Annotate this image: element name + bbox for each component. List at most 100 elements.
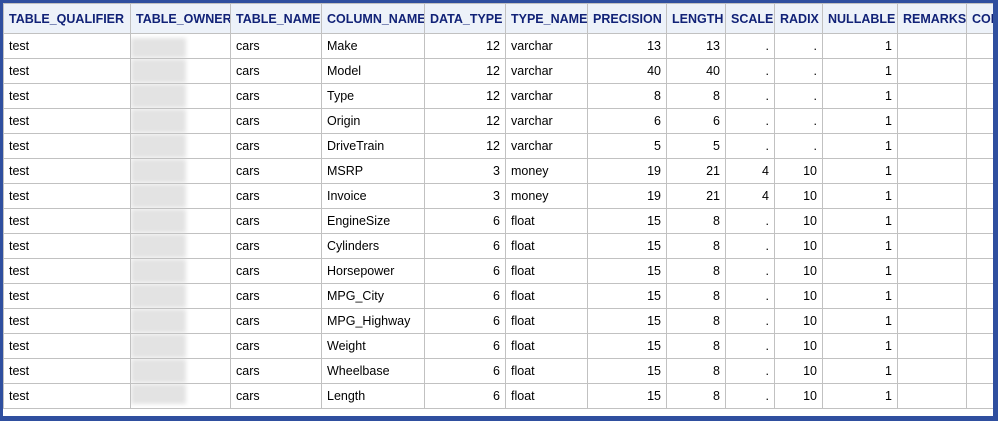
cell-column-name[interactable]: Weight (321, 333, 425, 359)
cell-table-owner[interactable] (130, 233, 231, 259)
table-row[interactable]: test cars Horsepower 6 float 15 8. 10 1 (3, 258, 993, 284)
column-header-length[interactable]: LENGTH (666, 3, 726, 34)
cell-nullable[interactable]: 1 (822, 283, 898, 309)
cell-remarks[interactable] (897, 158, 967, 184)
cell-colu[interactable] (966, 308, 993, 334)
table-row[interactable]: test cars Invoice 3 money 19 21 4 10 1 (3, 183, 993, 209)
column-header-column-name[interactable]: COLUMN_NAME (321, 3, 425, 34)
cell-data-type[interactable]: 6 (424, 308, 506, 334)
cell-length[interactable]: 13 (666, 33, 726, 59)
cell-colu[interactable] (966, 83, 993, 109)
cell-column-name[interactable]: Type (321, 83, 425, 109)
cell-length[interactable]: 8 (666, 333, 726, 359)
column-header-scale[interactable]: SCALE (725, 3, 775, 34)
cell-data-type[interactable]: 6 (424, 233, 506, 259)
cell-table-qualifier[interactable]: test (3, 333, 131, 359)
cell-column-name[interactable]: Length (321, 383, 425, 409)
cell-table-qualifier[interactable]: test (3, 358, 131, 384)
cell-remarks[interactable] (897, 358, 967, 384)
cell-radix[interactable]: 10 (774, 208, 823, 234)
cell-data-type[interactable]: 6 (424, 333, 506, 359)
cell-table-qualifier[interactable]: test (3, 208, 131, 234)
cell-precision[interactable]: 15 (587, 233, 667, 259)
cell-table-owner[interactable] (130, 333, 231, 359)
cell-table-owner[interactable] (130, 358, 231, 384)
cell-table-name[interactable]: cars (230, 58, 322, 84)
column-header-precision[interactable]: PRECISION (587, 3, 667, 34)
column-header-data-type[interactable]: DATA_TYPE (424, 3, 506, 34)
column-header-type-name[interactable]: TYPE_NAME (505, 3, 588, 34)
cell-radix[interactable]: . (774, 83, 823, 109)
cell-remarks[interactable] (897, 83, 967, 109)
cell-colu[interactable] (966, 208, 993, 234)
cell-colu[interactable] (966, 358, 993, 384)
cell-colu[interactable] (966, 58, 993, 84)
cell-type-name[interactable]: float (505, 358, 588, 384)
cell-length[interactable]: 8 (666, 208, 726, 234)
cell-precision[interactable]: 40 (587, 58, 667, 84)
cell-table-owner[interactable] (130, 208, 231, 234)
cell-table-name[interactable]: cars (230, 133, 322, 159)
cell-precision[interactable]: 15 (587, 208, 667, 234)
cell-table-qualifier[interactable]: test (3, 58, 131, 84)
cell-column-name[interactable]: MPG_City (321, 283, 425, 309)
cell-scale[interactable]: . (725, 58, 775, 84)
table-row[interactable]: test cars Origin 12 varchar 6 6.. 1 (3, 108, 993, 134)
cell-type-name[interactable]: float (505, 283, 588, 309)
cell-precision[interactable]: 15 (587, 258, 667, 284)
cell-scale[interactable]: 4 (725, 183, 775, 209)
cell-type-name[interactable]: money (505, 158, 588, 184)
cell-table-qualifier[interactable]: test (3, 308, 131, 334)
cell-type-name[interactable]: float (505, 258, 588, 284)
cell-scale[interactable]: . (725, 308, 775, 334)
table-row[interactable]: test cars DriveTrain 12 varchar 5 5.. 1 (3, 133, 993, 159)
cell-length[interactable]: 8 (666, 83, 726, 109)
cell-nullable[interactable]: 1 (822, 308, 898, 334)
cell-data-type[interactable]: 3 (424, 183, 506, 209)
cell-nullable[interactable]: 1 (822, 208, 898, 234)
cell-colu[interactable] (966, 108, 993, 134)
cell-length[interactable]: 8 (666, 258, 726, 284)
cell-remarks[interactable] (897, 333, 967, 359)
cell-table-qualifier[interactable]: test (3, 108, 131, 134)
cell-precision[interactable]: 6 (587, 108, 667, 134)
cell-radix[interactable]: 10 (774, 183, 823, 209)
cell-remarks[interactable] (897, 133, 967, 159)
cell-colu[interactable] (966, 383, 993, 409)
cell-column-name[interactable]: DriveTrain (321, 133, 425, 159)
cell-column-name[interactable]: Model (321, 58, 425, 84)
cell-length[interactable]: 21 (666, 183, 726, 209)
table-row[interactable]: test cars Length 6 float 15 8. 10 1 (3, 383, 993, 409)
cell-scale[interactable]: . (725, 133, 775, 159)
cell-radix[interactable]: . (774, 58, 823, 84)
cell-data-type[interactable]: 12 (424, 83, 506, 109)
cell-precision[interactable]: 15 (587, 358, 667, 384)
cell-precision[interactable]: 15 (587, 283, 667, 309)
cell-table-qualifier[interactable]: test (3, 233, 131, 259)
cell-type-name[interactable]: float (505, 208, 588, 234)
cell-data-type[interactable]: 6 (424, 283, 506, 309)
cell-scale[interactable]: . (725, 33, 775, 59)
cell-radix[interactable]: 10 (774, 258, 823, 284)
cell-radix[interactable]: 10 (774, 333, 823, 359)
cell-table-owner[interactable] (130, 258, 231, 284)
cell-table-owner[interactable] (130, 183, 231, 209)
cell-table-owner[interactable] (130, 108, 231, 134)
cell-data-type[interactable]: 6 (424, 383, 506, 409)
table-row[interactable]: test cars Weight 6 float 15 8. 10 1 (3, 333, 993, 359)
cell-table-name[interactable]: cars (230, 308, 322, 334)
cell-colu[interactable] (966, 33, 993, 59)
cell-precision[interactable]: 5 (587, 133, 667, 159)
cell-nullable[interactable]: 1 (822, 83, 898, 109)
cell-colu[interactable] (966, 183, 993, 209)
cell-precision[interactable]: 19 (587, 183, 667, 209)
cell-table-name[interactable]: cars (230, 183, 322, 209)
cell-remarks[interactable] (897, 233, 967, 259)
cell-remarks[interactable] (897, 383, 967, 409)
cell-table-name[interactable]: cars (230, 283, 322, 309)
cell-precision[interactable]: 15 (587, 308, 667, 334)
cell-table-owner[interactable] (130, 158, 231, 184)
cell-column-name[interactable]: EngineSize (321, 208, 425, 234)
table-row[interactable]: test cars MSRP 3 money 19 21 4 10 1 (3, 158, 993, 184)
cell-table-qualifier[interactable]: test (3, 258, 131, 284)
